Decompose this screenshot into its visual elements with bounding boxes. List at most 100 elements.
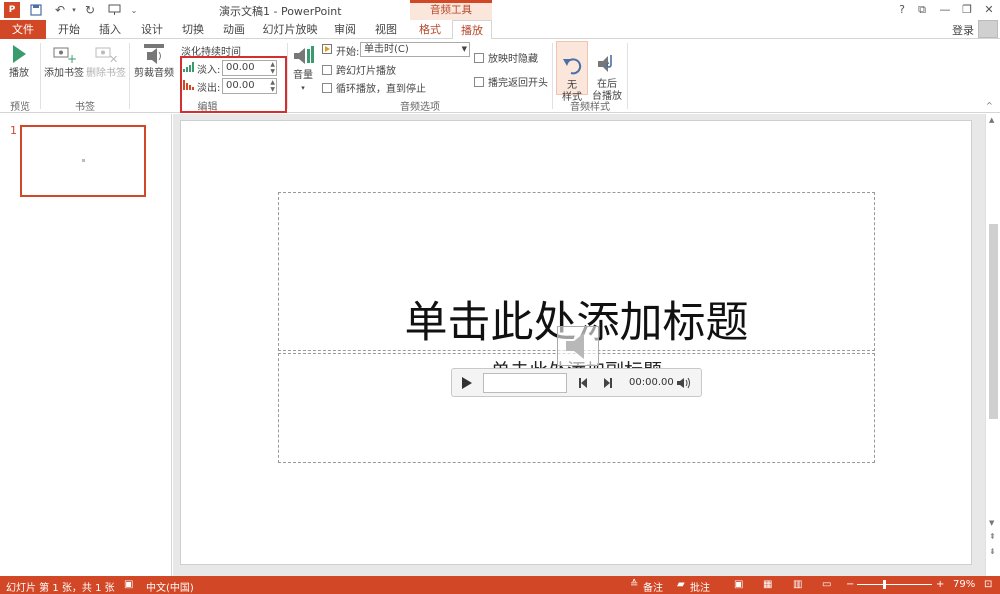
ribbon-display-options-icon[interactable]: ⧉ bbox=[913, 2, 931, 18]
play-icon bbox=[13, 45, 26, 63]
remove-bookmark-icon: ✕ bbox=[95, 47, 118, 66]
save-icon[interactable] bbox=[28, 2, 44, 18]
player-progress-bar[interactable] bbox=[483, 373, 567, 393]
slide-editor: 单击此处添加标题 单击此处添加副标题 00:00.00 bbox=[173, 114, 985, 576]
no-style-button[interactable]: 无 样式 bbox=[556, 41, 588, 103]
start-icon bbox=[322, 44, 332, 54]
undo-style-icon bbox=[563, 58, 582, 75]
thumbnail-audio-icon bbox=[82, 159, 85, 162]
avatar[interactable] bbox=[978, 20, 998, 38]
checkbox-box bbox=[322, 83, 332, 93]
player-volume-icon[interactable] bbox=[677, 377, 691, 389]
start-select[interactable]: 单击时(C) ▼ bbox=[360, 42, 470, 57]
add-bookmark-icon: + bbox=[53, 47, 77, 66]
group-divider bbox=[627, 43, 628, 109]
start-label: 开始: bbox=[336, 47, 360, 58]
slide-thumbnails-pane: 1 bbox=[0, 114, 172, 576]
maximize-icon[interactable]: ❐ bbox=[958, 2, 976, 18]
previous-slide-icon[interactable]: ⇞ bbox=[989, 532, 996, 541]
svg-text:✕: ✕ bbox=[109, 53, 118, 65]
reading-view-icon[interactable]: ▥ bbox=[793, 579, 802, 590]
slide-number: 1 bbox=[10, 124, 17, 137]
scroll-down-icon[interactable]: ▼ bbox=[989, 519, 994, 527]
tab-view[interactable]: 视图 bbox=[370, 20, 402, 39]
volume-button[interactable]: 音量 ▾ bbox=[290, 45, 316, 94]
fit-slide-icon[interactable]: ⊡ bbox=[984, 579, 992, 590]
spellcheck-icon[interactable]: ▣ bbox=[124, 579, 133, 590]
tab-review[interactable]: 审阅 bbox=[329, 20, 361, 39]
zoom-in-icon[interactable]: + bbox=[936, 579, 944, 590]
zoom-slider[interactable] bbox=[857, 584, 932, 585]
tab-format[interactable]: 格式 bbox=[412, 20, 448, 39]
skip-back-icon[interactable] bbox=[579, 378, 588, 388]
tab-playback[interactable]: 播放 bbox=[452, 20, 492, 40]
title-bar: P ↶ ▾ ↻ ⌄ 演示文稿1 - PowerPoint 音频工具 ? ⧉ — … bbox=[0, 0, 1000, 20]
ribbon-tabs: 文件 开始 插入 设计 切换 动画 幻灯片放映 审阅 视图 格式 播放 登录 bbox=[0, 20, 1000, 40]
tab-animations[interactable]: 动画 bbox=[218, 20, 250, 39]
comments-button[interactable]: 批注 bbox=[690, 579, 710, 594]
loop-checkbox[interactable]: 循环播放，直到停止 bbox=[322, 80, 426, 95]
checkbox-box bbox=[474, 53, 484, 63]
play-button[interactable]: 播放 bbox=[4, 43, 34, 80]
tab-home[interactable]: 开始 bbox=[53, 20, 85, 39]
login-link[interactable]: 登录 bbox=[952, 22, 974, 38]
undo-dropdown-icon[interactable]: ▾ bbox=[66, 2, 82, 18]
hide-during-show-checkbox[interactable]: 放映时隐藏 bbox=[474, 50, 538, 65]
tab-transitions[interactable]: 切换 bbox=[177, 20, 209, 39]
tab-file[interactable]: 文件 bbox=[0, 20, 46, 39]
trim-audio-icon bbox=[144, 44, 164, 64]
volume-icon bbox=[294, 46, 314, 64]
background-audio-icon bbox=[598, 55, 612, 72]
start-slideshow-icon[interactable] bbox=[106, 2, 122, 18]
tab-insert[interactable]: 插入 bbox=[94, 20, 126, 39]
slide-count-status: 幻灯片 第 1 张，共 1 张 bbox=[6, 583, 115, 594]
notes-icon[interactable]: ≙ bbox=[630, 579, 638, 590]
help-icon[interactable]: ? bbox=[893, 2, 911, 18]
slideshow-view-icon[interactable]: ▭ bbox=[822, 579, 831, 590]
minimize-icon[interactable]: — bbox=[936, 2, 954, 18]
cross-slides-checkbox[interactable]: 跨幻灯片播放 bbox=[322, 62, 396, 77]
powerpoint-window: P ↶ ▾ ↻ ⌄ 演示文稿1 - PowerPoint 音频工具 ? ⧉ — … bbox=[0, 0, 1000, 594]
chevron-down-icon: ▼ bbox=[461, 45, 467, 53]
annotation-highlight-box bbox=[180, 56, 287, 113]
next-slide-icon[interactable]: ⇟ bbox=[989, 547, 996, 556]
skip-forward-icon[interactable] bbox=[603, 378, 612, 388]
group-label-audio-options: 音频选项 bbox=[400, 102, 440, 113]
audio-tools-header: 音频工具 bbox=[410, 0, 492, 20]
group-label-audio-styles: 音频样式 bbox=[570, 102, 610, 113]
vertical-scrollbar[interactable]: ▲ ▼ ⇞ ⇟ bbox=[985, 114, 1000, 576]
speaker-icon bbox=[566, 333, 584, 359]
remove-bookmark-button[interactable]: ✕ 删除书签 bbox=[85, 45, 127, 80]
add-bookmark-button[interactable]: + 添加书签 bbox=[43, 45, 85, 80]
slide-thumbnail[interactable] bbox=[20, 125, 146, 197]
slide-sorter-icon[interactable]: ▦ bbox=[763, 579, 772, 590]
audio-object[interactable] bbox=[557, 326, 599, 366]
collapse-ribbon-icon[interactable]: ^ bbox=[986, 101, 993, 110]
zoom-slider-thumb[interactable] bbox=[883, 580, 886, 589]
close-icon[interactable]: ✕ bbox=[980, 2, 998, 18]
language-status[interactable]: 中文(中国) bbox=[146, 579, 194, 594]
scroll-up-icon[interactable]: ▲ bbox=[989, 116, 994, 124]
normal-view-icon[interactable]: ▣ bbox=[734, 579, 743, 590]
document-title: 演示文稿1 - PowerPoint bbox=[219, 5, 342, 18]
redo-icon[interactable]: ↻ bbox=[82, 2, 98, 18]
checkbox-box bbox=[474, 77, 484, 87]
slide-canvas[interactable]: 单击此处添加标题 单击此处添加副标题 00:00.00 bbox=[180, 120, 972, 565]
player-time: 00:00.00 bbox=[629, 377, 674, 388]
notes-button[interactable]: 备注 bbox=[643, 579, 663, 594]
scrollbar-thumb[interactable] bbox=[989, 224, 998, 419]
tab-design[interactable]: 设计 bbox=[136, 20, 168, 39]
player-play-icon[interactable] bbox=[461, 376, 473, 390]
tab-slideshow[interactable]: 幻灯片放映 bbox=[260, 20, 320, 39]
status-bar: 幻灯片 第 1 张，共 1 张 ▣ 中文(中国) ≙ 备注 ▰ 批注 ▣ ▦ ▥… bbox=[0, 576, 1000, 594]
group-label-bookmarks: 书签 bbox=[75, 102, 95, 113]
svg-text:+: + bbox=[67, 52, 76, 65]
zoom-out-icon[interactable]: − bbox=[846, 579, 854, 590]
rewind-after-play-checkbox[interactable]: 播完返回开头 bbox=[474, 74, 548, 89]
ribbon-playback: 播放 预览 + 添加书签 ✕ 删除书签 书签 剪裁音频 淡化持续时间 淡入: 0… bbox=[0, 39, 1000, 113]
customize-qat-icon[interactable]: ⌄ bbox=[126, 2, 142, 18]
comments-icon[interactable]: ▰ bbox=[677, 579, 685, 590]
trim-audio-button[interactable]: 剪裁音频 bbox=[133, 43, 175, 80]
volume-dropdown-icon: ▾ bbox=[301, 84, 305, 92]
zoom-level[interactable]: 79% bbox=[953, 579, 975, 590]
